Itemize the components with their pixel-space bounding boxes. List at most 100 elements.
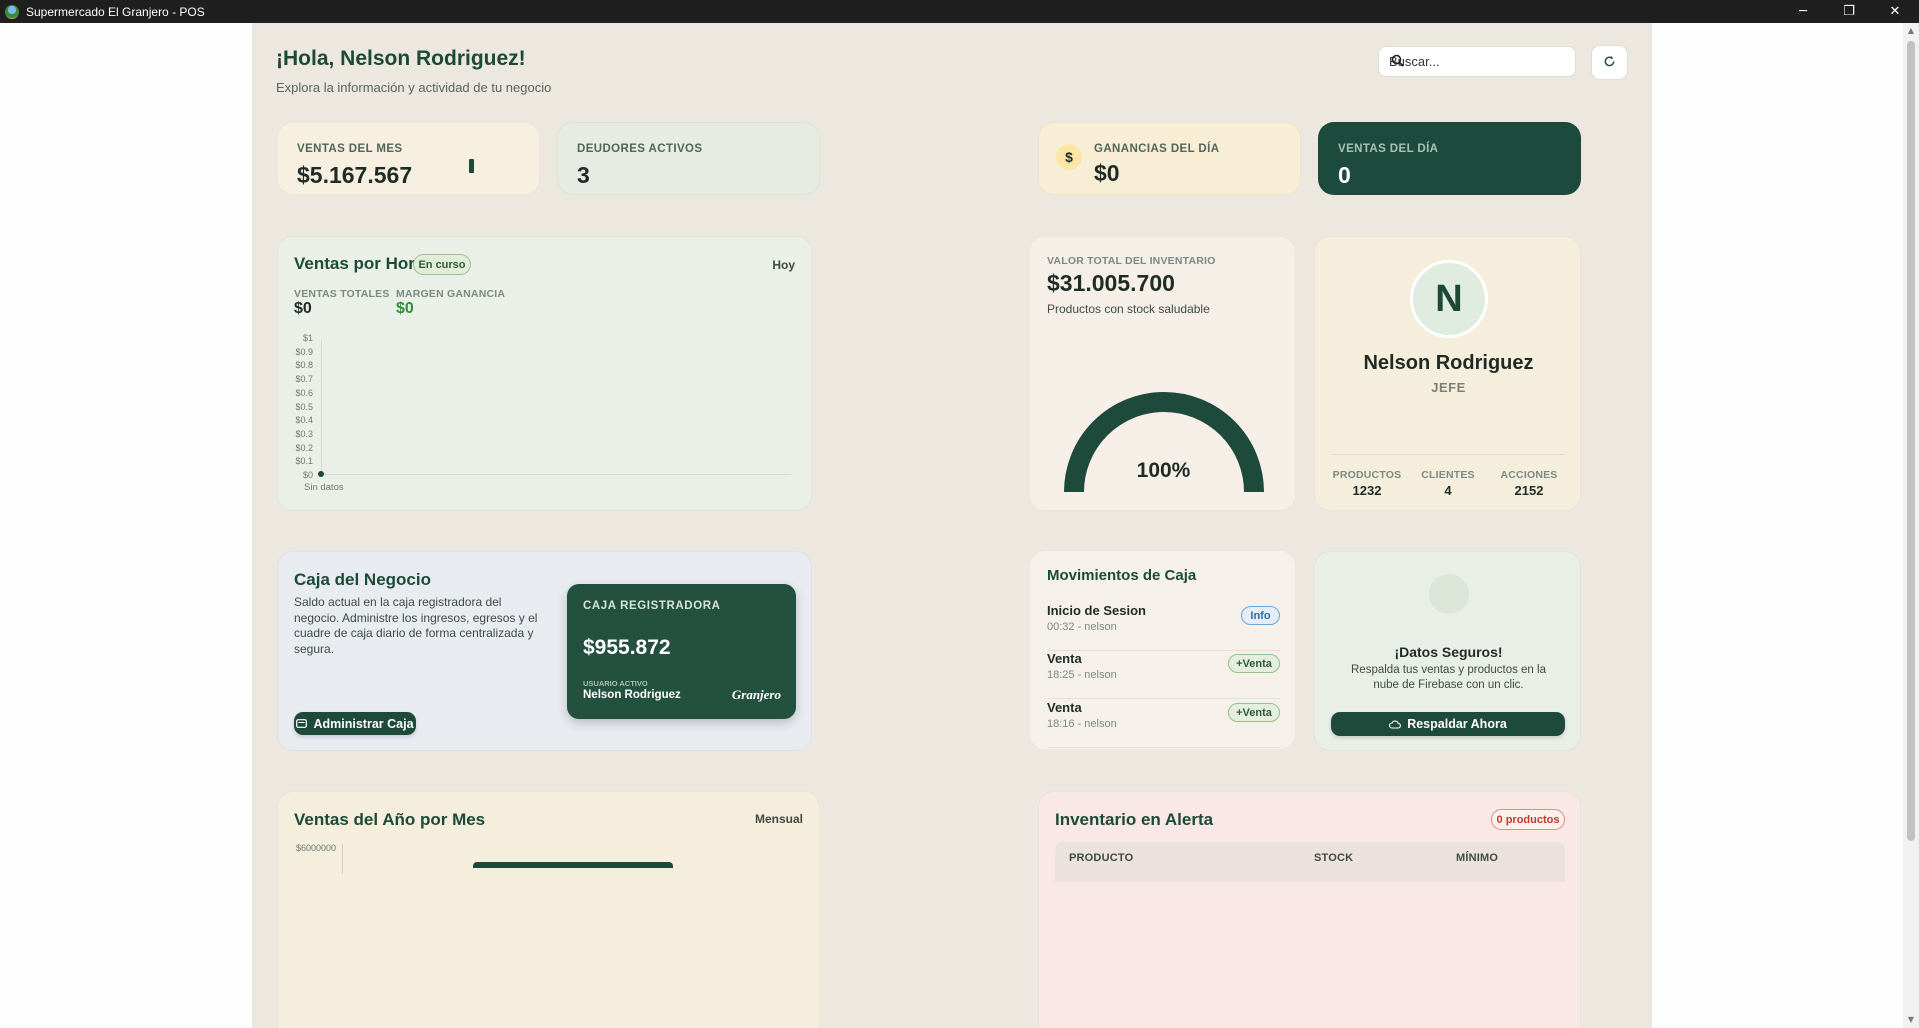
gauge-percent-text: 100%: [1136, 459, 1191, 482]
profile-stat-label: ACCIONES: [1500, 469, 1558, 481]
backup-title: ¡Datos Seguros!: [1394, 644, 1503, 660]
profile-stat-productos: PRODUCTOS 1232: [1332, 469, 1402, 498]
dashboard-main: ¡Hola, Nelson Rodriguez! Explora la info…: [252, 23, 1652, 1028]
inventory-value: $31.005.700: [1047, 270, 1175, 296]
total-value: $0: [294, 300, 312, 317]
refresh-button[interactable]: [1591, 45, 1628, 80]
yearly-period-selector[interactable]: Mensual: [755, 812, 803, 826]
movement-row[interactable]: Venta 18:16 - nelson +Venta: [1047, 700, 1280, 748]
status-badge: En curso: [413, 254, 471, 275]
margin-value: $0: [396, 300, 414, 317]
movement-title: Venta: [1047, 700, 1082, 715]
avatar[interactable]: N: [1410, 260, 1488, 338]
data-point: [318, 471, 324, 477]
close-button[interactable]: ✕: [1873, 0, 1917, 23]
cash-movements-card: Movimientos de Caja Inicio de Sesion 00:…: [1029, 550, 1296, 750]
scroll-down-arrow-icon[interactable]: ▼: [1906, 1015, 1916, 1025]
y-tick-label: $0.7: [295, 374, 313, 385]
column-header: STOCK: [1314, 852, 1354, 864]
cloud-shield-icon: [1429, 574, 1469, 614]
search-icon: [1391, 54, 1404, 70]
page-scrollbar[interactable]: ▲ ▼: [1903, 23, 1919, 1028]
window-title: Supermercado El Granjero - POS: [26, 4, 205, 19]
profile-stat-acciones: ACCIONES 2152: [1494, 469, 1564, 498]
movement-badge: +Venta: [1228, 703, 1280, 722]
page-title: ¡Hola, Nelson Rodriguez!: [276, 47, 526, 70]
alert-count-badge: 0 productos: [1491, 809, 1565, 830]
y-tick-label: $1: [302, 333, 313, 343]
bar-top: [473, 862, 673, 868]
hourly-title: Ventas por Hora: [294, 254, 425, 273]
register-amount: $955.872: [583, 636, 671, 659]
scrollbar-thumb[interactable]: [1907, 41, 1915, 841]
profile-name: Nelson Rodriguez: [1363, 352, 1534, 374]
app-logo-icon: [5, 4, 19, 19]
search-input[interactable]: Buscar...: [1378, 46, 1576, 77]
stock-alert-card: Inventario en Alerta 0 productos PRODUCT…: [1038, 791, 1581, 1028]
y-tick-label: $0.3: [295, 428, 313, 439]
inventory-status: Productos con stock saludable: [1047, 302, 1210, 316]
stat-label: DEUDORES ACTIVOS: [577, 143, 703, 155]
page-subtitle: Explora la información y actividad de tu…: [276, 80, 552, 95]
movement-title: Venta: [1047, 651, 1082, 666]
inventory-label: VALOR TOTAL DEL INVENTARIO: [1047, 255, 1216, 267]
margin-label: MARGEN GANANCIA: [396, 288, 506, 300]
y-tick-label: $6000000: [296, 843, 337, 853]
movement-time: 00:32 - nelson: [1047, 621, 1117, 633]
backup-now-button[interactable]: Respaldar Ahora: [1331, 712, 1565, 736]
refresh-icon: [1603, 54, 1616, 72]
window-titlebar: Supermercado El Granjero - POS ─ ❐ ✕: [0, 0, 1919, 23]
profile-role: JEFE: [1431, 380, 1466, 395]
stat-value: 3: [577, 162, 590, 188]
brand-logo: Granjero: [731, 687, 781, 702]
yearly-title: Ventas del Año por Mes: [294, 810, 486, 829]
cloud-upload-icon: [1389, 719, 1402, 729]
stat-card-deudores: DEUDORES ACTIVOS 3: [557, 122, 820, 195]
hourly-sales-card: Ventas por Hora En curso Hoy VENTAS TOTA…: [277, 236, 812, 511]
profile-stat-label: PRODUCTOS: [1332, 469, 1402, 481]
empty-chart-note: Sin datos: [304, 482, 344, 493]
stat-label: VENTAS DEL DÍA: [1338, 143, 1439, 155]
profile-stat-value: 2152: [1514, 483, 1544, 498]
active-user-label: USUARIO ACTIVO: [583, 679, 648, 688]
y-tick-label: $0.6: [295, 387, 313, 398]
profile-stat-clientes: CLIENTES 4: [1413, 469, 1483, 498]
backup-description: Respalda tus ventas y productos en la nu…: [1351, 664, 1546, 691]
dollar-icon: $: [1056, 144, 1082, 170]
y-axis-line: [342, 844, 343, 874]
stat-card-ventas-mes: VENTAS DEL MES $5.167.567: [277, 122, 540, 195]
y-tick-label: $0.1: [295, 456, 313, 467]
stat-label: GANANCIAS DEL DÍA: [1094, 143, 1220, 155]
inventory-value-card: VALOR TOTAL DEL INVENTARIO $31.005.700 P…: [1029, 236, 1296, 511]
backup-now-label: Respaldar Ahora: [1407, 717, 1507, 731]
movement-title: Inicio de Sesion: [1047, 603, 1146, 618]
y-tick-label: $0.2: [295, 442, 313, 453]
movement-row[interactable]: Inicio de Sesion 00:32 - nelson Info: [1047, 603, 1280, 651]
total-label: VENTAS TOTALES: [294, 288, 390, 300]
stat-value: $0: [1094, 160, 1120, 186]
movement-time: 18:16 - nelson: [1047, 718, 1117, 730]
alert-title: Inventario en Alerta: [1055, 810, 1214, 829]
x-axis-line: [321, 474, 791, 475]
maximize-button[interactable]: ❐: [1827, 0, 1871, 23]
period-selector[interactable]: Hoy: [772, 258, 795, 272]
movement-row[interactable]: Venta 18:25 - nelson +Venta: [1047, 651, 1280, 699]
movement-time: 18:25 - nelson: [1047, 669, 1117, 681]
column-header: MÍNIMO: [1456, 852, 1499, 864]
active-user-name: Nelson Rodriguez: [583, 689, 681, 701]
manage-cash-label: Administrar Caja: [313, 716, 414, 731]
manage-cash-button[interactable]: Administrar Caja: [294, 712, 416, 735]
y-tick-label: $0.5: [295, 401, 313, 412]
backup-card: ¡Datos Seguros! Respalda tus ventas y pr…: [1314, 551, 1581, 751]
profile-card: N Nelson Rodriguez JEFE PRODUCTOS 1232 C…: [1314, 236, 1581, 511]
y-axis-line: [321, 340, 322, 474]
profile-stat-value: 4: [1444, 483, 1452, 498]
minimize-button[interactable]: ─: [1781, 0, 1825, 23]
scroll-up-arrow-icon[interactable]: ▲: [1906, 26, 1916, 36]
stat-label: VENTAS DEL MES: [297, 143, 403, 155]
movement-badge: +Venta: [1228, 654, 1280, 673]
movement-badge: Info: [1241, 606, 1280, 625]
stat-card-ganancias: $ GANANCIAS DEL DÍA $0: [1038, 122, 1301, 195]
column-header: PRODUCTO: [1069, 852, 1134, 864]
register-icon: [296, 719, 308, 728]
